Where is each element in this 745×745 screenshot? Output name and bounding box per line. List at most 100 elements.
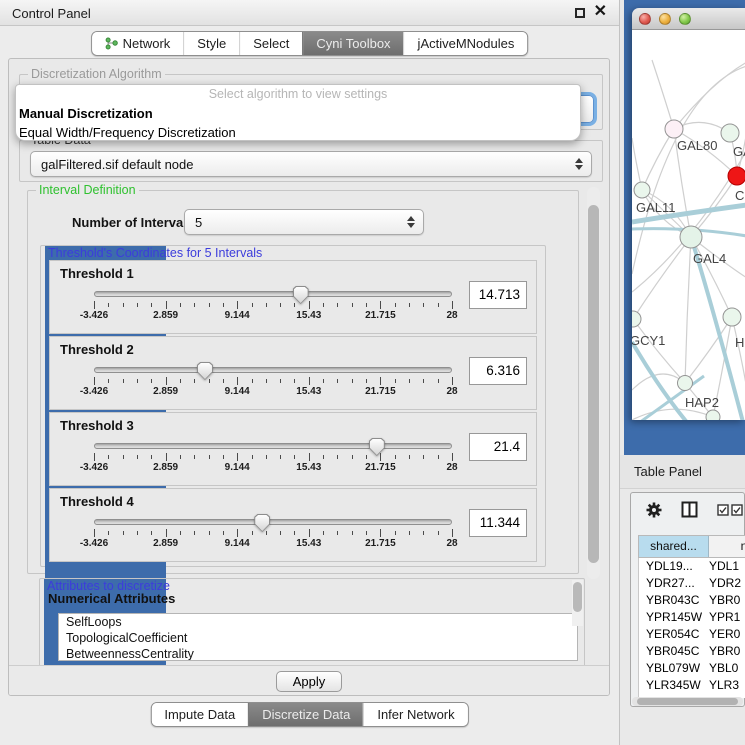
tab-network[interactable]: Network: [92, 32, 184, 55]
slider-tick: [352, 379, 353, 383]
tab-cyni-toolbox[interactable]: Cyni Toolbox: [302, 32, 403, 55]
algorithm-option-equal-width[interactable]: Equal Width/Frequency Discretization: [16, 123, 580, 141]
slider-tick: [166, 529, 167, 537]
bottom-tab-strip: Impute Data Discretize Data Infer Network: [150, 702, 468, 727]
tab-impute-data[interactable]: Impute Data: [151, 703, 248, 726]
numerical-attributes-list[interactable]: SelfLoopsTopologicalCoefficientBetweenne…: [58, 613, 578, 661]
network-node[interactable]: [634, 182, 650, 198]
cell-shared-name: YBL079W: [639, 660, 705, 677]
slider-tick: [194, 531, 195, 535]
attribute-list-item[interactable]: SelfLoops: [59, 614, 577, 630]
close-traffic-light-icon[interactable]: [639, 13, 651, 25]
tab-discretize-data[interactable]: Discretize Data: [248, 703, 363, 726]
threshold-slider-track[interactable]: [94, 291, 452, 297]
network-node[interactable]: [678, 376, 693, 391]
slider-tick: [323, 455, 324, 459]
table-row[interactable]: YPR145WYPR1: [639, 609, 745, 626]
network-node-label: GAL4: [693, 251, 726, 266]
threshold-value-field[interactable]: 21.4: [469, 433, 527, 461]
table-row[interactable]: YLR345WYLR3: [639, 677, 745, 694]
table-row[interactable]: YBR045CYBR0: [639, 643, 745, 660]
slider-tick: [438, 455, 439, 459]
table-horizontal-scrollbar[interactable]: [632, 697, 743, 706]
slider-tick: [423, 531, 424, 535]
tab-select[interactable]: Select: [239, 32, 302, 55]
checkbox-icon[interactable]: [731, 504, 743, 516]
network-canvas[interactable]: GAL80GACGAL11GAL4GCY1HHAP2: [632, 30, 745, 420]
checkbox-icon[interactable]: [717, 504, 729, 516]
network-edge[interactable]: [652, 60, 674, 129]
network-edge[interactable]: [674, 62, 745, 129]
apply-button[interactable]: Apply: [276, 671, 342, 692]
slider-tick: [180, 455, 181, 459]
threshold-slider-track[interactable]: [94, 519, 452, 525]
column-header-shared-name[interactable]: shared...: [639, 536, 709, 557]
network-node[interactable]: [632, 311, 641, 327]
column-header-name[interactable]: n...: [709, 536, 745, 557]
slider-tick: [366, 379, 367, 383]
minimize-traffic-light-icon[interactable]: [659, 13, 671, 25]
threshold-slider-thumb[interactable]: [197, 362, 213, 380]
slider-tick: [252, 531, 253, 535]
network-edge[interactable]: [732, 317, 745, 390]
table-data-combo[interactable]: galFiltered.sif default node: [30, 151, 592, 177]
table-panel: shared... n... YDL19...YDL1YDR27...YDR2Y…: [630, 492, 745, 707]
slider-tick: [123, 303, 124, 307]
network-node[interactable]: [723, 308, 741, 326]
slider-tick: [94, 377, 95, 385]
network-edge[interactable]: [685, 237, 691, 383]
network-node[interactable]: [721, 124, 739, 142]
gear-icon[interactable]: [645, 501, 663, 519]
algorithm-option-manual[interactable]: Manual Discretization: [16, 104, 580, 123]
slider-tick: [266, 531, 267, 535]
tab-infer-network[interactable]: Infer Network: [363, 703, 467, 726]
threshold-value-field[interactable]: 11.344: [469, 509, 527, 537]
network-node-label: H: [735, 335, 744, 350]
slider-tick-label: 15.43: [296, 538, 321, 549]
columns-icon[interactable]: [681, 501, 698, 518]
threshold-slider-track[interactable]: [94, 367, 452, 373]
tab-style[interactable]: Style: [183, 32, 239, 55]
attributes-scrollbar[interactable]: [572, 580, 583, 626]
slider-tick: [108, 531, 109, 535]
slider-tick: [380, 453, 381, 461]
slider-tick: [137, 455, 138, 459]
table-row[interactable]: YBR043CYBR0: [639, 592, 745, 609]
slider-tick: [438, 379, 439, 383]
network-node[interactable]: [680, 226, 702, 248]
threshold-slider-thumb[interactable]: [369, 438, 385, 456]
table-row[interactable]: YBL079WYBL0: [639, 660, 745, 677]
attributes-scrollbar-thumb[interactable]: [573, 582, 582, 612]
threshold-value-field[interactable]: 6.316: [469, 357, 527, 385]
float-window-icon[interactable]: [575, 8, 585, 18]
tab-jactivemnodules[interactable]: jActiveMNodules: [404, 32, 528, 55]
network-node[interactable]: [706, 410, 720, 420]
settings-scrollbar-thumb[interactable]: [588, 205, 599, 563]
attribute-list-item[interactable]: TopologicalCoefficient: [59, 630, 577, 646]
slider-tick: [166, 453, 167, 461]
network-node-label: GAL11: [636, 200, 676, 215]
threshold-slider-thumb[interactable]: [293, 286, 309, 304]
network-node[interactable]: [728, 167, 745, 185]
table-row[interactable]: YDR27...YDR2: [639, 575, 745, 592]
table-horizontal-scrollbar-thumb[interactable]: [637, 698, 738, 705]
table-row[interactable]: YDL19...YDL1: [639, 558, 745, 575]
zoom-traffic-light-icon[interactable]: [679, 13, 691, 25]
cell-name: YLR3: [705, 677, 739, 694]
table-row[interactable]: YER054CYER0: [639, 626, 745, 643]
network-edge[interactable]: [633, 319, 685, 383]
threshold-slider-track[interactable]: [94, 443, 452, 449]
slider-tick: [123, 379, 124, 383]
threshold-value-field[interactable]: 14.713: [469, 281, 527, 309]
attribute-list-item[interactable]: BetweennessCentrality: [59, 646, 577, 661]
close-icon[interactable]: ✕: [594, 3, 607, 21]
tab-label: Discretize Data: [262, 703, 350, 726]
network-edge[interactable]: [633, 237, 691, 319]
settings-scrollbar[interactable]: [587, 187, 600, 579]
slider-tick: [337, 379, 338, 383]
number-of-intervals-combo[interactable]: 5: [184, 209, 424, 235]
slider-tick: [137, 303, 138, 307]
network-node[interactable]: [665, 120, 683, 138]
threshold-slider-thumb[interactable]: [254, 514, 270, 532]
slider-tick: [209, 455, 210, 459]
